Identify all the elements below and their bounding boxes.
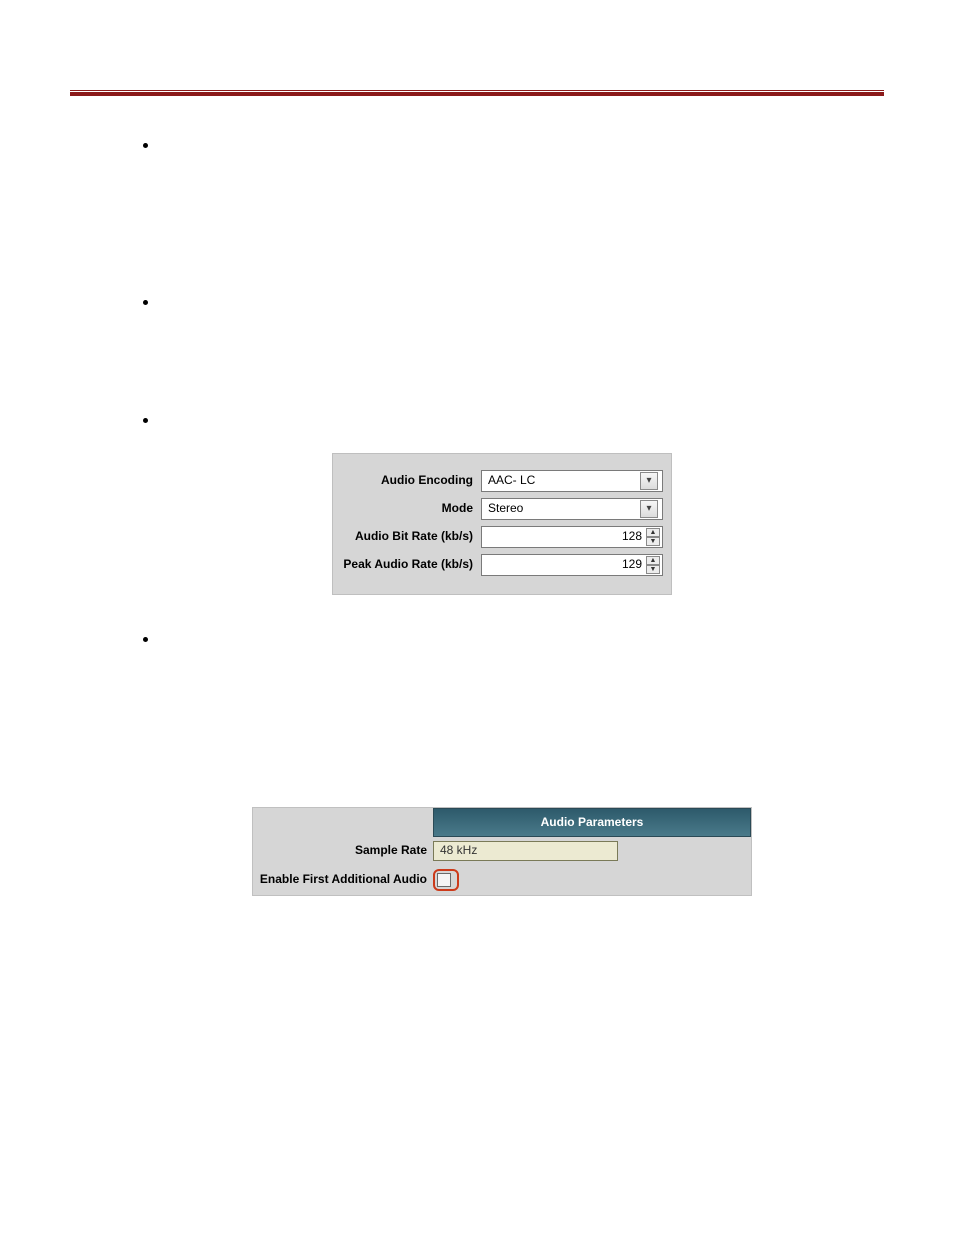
header-divider [70,90,884,96]
audio-basic-panel: Audio Encoding AAC- LC ▾ Mode Ste [332,453,672,595]
audio-bit-rate-label: Audio Bit Rate (kb/s) [341,527,481,546]
sample-rate-value: 48 kHz [440,841,477,860]
audio-encoding-select[interactable]: AAC- LC ▾ [481,470,663,492]
bullet-item-4: ​ Audio Parameters Sample Rate 48 kHz [160,625,884,896]
sample-rate-field: 48 kHz [433,841,618,861]
enable-first-additional-audio-label: Enable First Additional Audio [259,870,433,889]
sample-rate-label: Sample Rate [259,841,433,860]
enable-first-additional-audio-checkbox[interactable] [437,873,451,887]
spinner-down-icon[interactable]: ▼ [646,565,660,574]
audio-bit-rate-value: 128 [622,527,644,546]
audio-bit-rate-input[interactable]: 128 ▲ ▼ [481,526,663,548]
chevron-down-icon: ▾ [640,500,658,518]
bullet-item-1: ​ [160,131,884,268]
peak-audio-rate-input[interactable]: 129 ▲ ▼ [481,554,663,576]
bullet-item-3: ​ Audio Encoding AAC- LC ▾ Mo [160,406,884,595]
spinner-up-icon[interactable]: ▲ [646,528,660,537]
peak-audio-rate-label: Peak Audio Rate (kb/s) [341,555,481,574]
mode-value: Stereo [488,499,523,518]
audio-encoding-label: Audio Encoding [341,471,481,490]
enable-first-additional-audio-highlight [433,869,459,891]
audio-parameters-title: Audio Parameters [433,808,751,837]
spinner-down-icon[interactable]: ▼ [646,537,660,546]
audio-parameters-panel: Audio Parameters Sample Rate 48 kHz Enab… [252,807,752,896]
bullet-item-2: ​ [160,288,884,385]
mode-label: Mode [341,499,481,518]
chevron-down-icon: ▾ [640,472,658,490]
bullet-list: ​ ​ ​ Audio Encoding AAC- LC ▾ [70,131,884,896]
peak-audio-rate-value: 129 [622,555,644,574]
mode-select[interactable]: Stereo ▾ [481,498,663,520]
audio-encoding-value: AAC- LC [488,471,535,490]
spinner-up-icon[interactable]: ▲ [646,556,660,565]
